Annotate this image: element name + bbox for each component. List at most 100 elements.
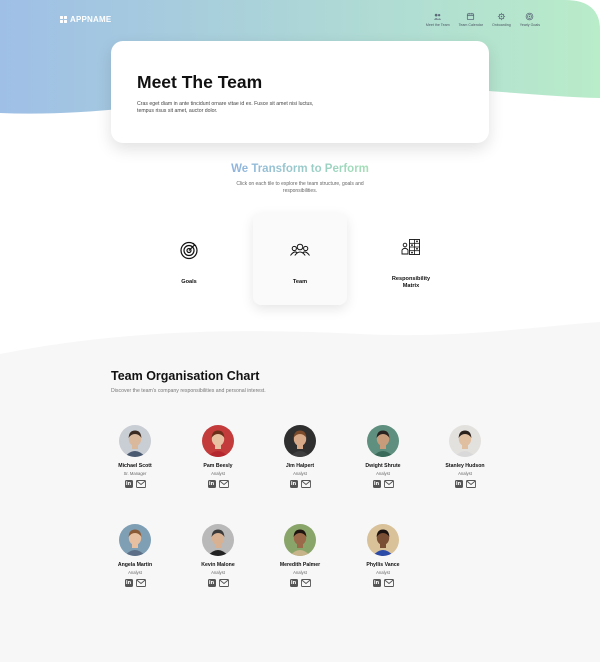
tile-team[interactable]: Team xyxy=(253,213,347,305)
team-member-card[interactable]: Phyllis Vance Analyst in xyxy=(347,524,419,587)
tile-label: Responsibility Matrix xyxy=(391,276,431,290)
linkedin-icon[interactable]: in xyxy=(454,479,463,488)
mail-icon[interactable] xyxy=(465,479,476,488)
avatar-photo xyxy=(119,524,151,556)
member-contact-icons: in xyxy=(124,479,146,488)
team-icon xyxy=(290,243,310,256)
app-logo[interactable]: APPNAME xyxy=(60,15,111,24)
linkedin-icon[interactable]: in xyxy=(207,578,216,587)
avatar-photo xyxy=(202,425,234,457)
avatar[interactable] xyxy=(284,425,316,457)
team-member-card[interactable]: Pam Beesly Analyst in xyxy=(182,425,254,488)
org-chart-title: Team Organisation Chart xyxy=(111,369,260,383)
linkedin-icon[interactable]: in xyxy=(289,578,298,587)
tile-goals[interactable]: Goals xyxy=(142,213,236,305)
top-nav: Meet the Team Team Calendar Onboarding Y… xyxy=(426,12,540,27)
member-name: Pam Beesly xyxy=(203,463,233,469)
hero-description: Cras eget diam in ante tincidunt ornare … xyxy=(137,101,314,115)
member-name: Kevin Malone xyxy=(201,562,235,568)
avatar-photo xyxy=(202,524,234,556)
member-contact-icons: in xyxy=(372,578,394,587)
nav-item-meet-the-team[interactable]: Meet the Team xyxy=(426,12,450,27)
tile-label: Team xyxy=(292,279,308,285)
linkedin-icon[interactable]: in xyxy=(372,479,381,488)
team-member-card[interactable]: Michael Scott Sr. Manager in xyxy=(99,425,171,488)
member-role: Analyst xyxy=(376,569,390,575)
lower-section-background xyxy=(0,322,600,662)
member-role: Analyst xyxy=(211,569,225,575)
team-member-card[interactable]: Angela Martin Analyst in xyxy=(99,524,171,587)
avatar[interactable] xyxy=(202,425,234,457)
team-member-card[interactable]: Stanley Hudson Analyst in xyxy=(429,425,501,488)
nav-label: Onboarding xyxy=(491,23,511,27)
avatar-photo xyxy=(367,425,399,457)
mail-icon[interactable] xyxy=(383,479,394,488)
linkedin-icon[interactable]: in xyxy=(124,578,133,587)
people-icon xyxy=(434,13,442,20)
linkedin-icon[interactable]: in xyxy=(207,479,216,488)
calendar-icon xyxy=(467,12,475,21)
gear-icon xyxy=(497,12,505,21)
nav-label: Yearly Goals xyxy=(519,23,540,27)
member-contact-icons: in xyxy=(124,578,146,587)
member-contact-icons: in xyxy=(289,578,311,587)
avatar[interactable] xyxy=(119,524,151,556)
member-role: Analyst xyxy=(376,470,390,476)
nav-item-team-calendar[interactable]: Team Calendar xyxy=(459,12,483,27)
mail-icon[interactable] xyxy=(135,578,146,587)
logo-grid-icon xyxy=(60,16,67,23)
nav-item-onboarding[interactable]: Onboarding xyxy=(492,12,511,27)
avatar-photo xyxy=(284,425,316,457)
member-role: Sr. Manager xyxy=(123,470,147,476)
member-contact-icons: in xyxy=(372,479,394,488)
nav-label: Meet the Team xyxy=(425,23,450,27)
mail-icon[interactable] xyxy=(135,479,146,488)
avatar-photo xyxy=(284,524,316,556)
member-name: Angela Martin xyxy=(117,562,153,568)
member-contact-icons: in xyxy=(207,578,229,587)
member-name: Dwight Shrute xyxy=(365,463,401,469)
org-chart-subtitle: Discover the team's company responsibili… xyxy=(111,388,266,394)
avatar[interactable] xyxy=(449,425,481,457)
page-title: Meet The Team xyxy=(137,72,263,92)
member-role: Analyst xyxy=(211,470,225,476)
avatar[interactable] xyxy=(367,425,399,457)
avatar[interactable] xyxy=(202,524,234,556)
member-name: Meredith Palmer xyxy=(279,562,321,568)
mail-icon[interactable] xyxy=(383,578,394,587)
transform-heading: We Transform to Perform xyxy=(0,163,600,175)
member-role: Analyst xyxy=(293,569,307,575)
linkedin-icon[interactable]: in xyxy=(289,479,298,488)
avatar-photo xyxy=(367,524,399,556)
matrix-icon xyxy=(401,239,420,255)
nav-item-yearly-goals[interactable]: Yearly Goals xyxy=(520,12,540,27)
avatar[interactable] xyxy=(367,524,399,556)
mail-icon[interactable] xyxy=(300,479,311,488)
team-member-card[interactable]: Jim Halpert Analyst in xyxy=(264,425,336,488)
member-role: Analyst xyxy=(128,569,142,575)
mail-icon[interactable] xyxy=(300,578,311,587)
transform-title: We Transform to Perform xyxy=(231,163,369,175)
tile-label: Goals xyxy=(181,279,197,285)
target-icon xyxy=(180,241,198,260)
member-name: Phyllis Vance xyxy=(366,562,400,568)
linkedin-icon[interactable]: in xyxy=(372,578,381,587)
avatar[interactable] xyxy=(119,425,151,457)
transform-subtitle: Click on each tile to explore the team s… xyxy=(236,181,364,194)
team-member-card[interactable]: Dwight Shrute Analyst in xyxy=(347,425,419,488)
mail-icon[interactable] xyxy=(218,479,229,488)
member-name: Michael Scott xyxy=(118,463,152,469)
avatar-photo xyxy=(449,425,481,457)
member-name: Stanley Hudson xyxy=(445,463,485,469)
tile-responsibility-matrix[interactable]: Responsibility Matrix xyxy=(364,213,458,305)
avatar[interactable] xyxy=(284,524,316,556)
mail-icon[interactable] xyxy=(218,578,229,587)
team-member-card[interactable]: Kevin Malone Analyst in xyxy=(182,524,254,587)
hero-card: Meet The Team Cras eget diam in ante tin… xyxy=(111,41,489,143)
app-name: APPNAME xyxy=(70,15,112,24)
member-contact-icons: in xyxy=(454,479,476,488)
target-icon xyxy=(526,12,534,21)
linkedin-icon[interactable]: in xyxy=(124,479,133,488)
avatar-photo xyxy=(119,425,151,457)
team-member-card[interactable]: Meredith Palmer Analyst in xyxy=(264,524,336,587)
